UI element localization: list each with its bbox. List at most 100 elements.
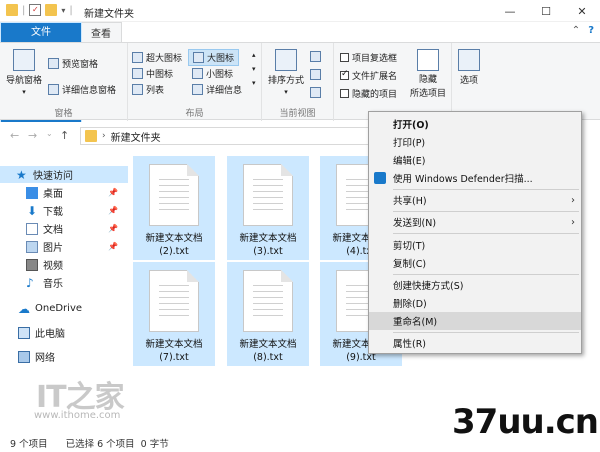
nav-item-quick-access[interactable]: ★ 快速访问 [0,166,128,183]
help-icon[interactable]: ? [588,25,594,36]
layout-scroll[interactable]: ▴ ▾ ▾ [252,51,256,87]
separator-icon: | [69,4,73,16]
nav-item-pictures[interactable]: 图片 📌 [0,238,128,255]
desktop-icon [26,186,38,199]
menu-defender-scan[interactable]: 使用 Windows Defender扫描... [369,169,581,187]
selection-size: 0 字节 [140,439,169,450]
nav-item-network[interactable]: 网络 [0,348,128,365]
current-view-group: 排序方式 ▾ 当前视图 [262,43,334,121]
file-item[interactable]: 新建文本文档 (8).txt [227,262,309,366]
layout-small[interactable]: 小图标 [192,67,233,80]
breadcrumb-current[interactable]: 新建文件夹 [111,129,161,144]
menu-share[interactable]: 共享(H) › [369,191,581,209]
nav-item-onedrive[interactable]: ☁ OneDrive [0,300,128,317]
videos-icon [26,258,38,271]
menu-send-to[interactable]: 发送到(N) › [369,213,581,231]
minimize-button[interactable]: — [492,0,528,22]
address-box[interactable]: › 新建文件夹 [80,127,370,145]
file-item[interactable]: 新建文本文档 (3).txt [227,156,309,260]
new-folder-icon[interactable] [45,4,58,16]
text-file-icon [149,164,199,226]
menu-separator [393,211,579,212]
chevron-right-icon: › [571,194,575,206]
nav-item-this-pc[interactable]: 此电脑 [0,324,128,341]
nav-item-documents[interactable]: 文档 📌 [0,220,128,237]
menu-delete[interactable]: 删除(D) [369,294,581,312]
item-count: 9 个项目 [10,439,48,450]
checkbox[interactable] [340,53,349,62]
close-button[interactable]: ✕ [564,0,600,22]
add-columns-button[interactable] [310,69,321,80]
file-extensions-toggle[interactable]: 文件扩展名 [340,69,397,82]
checkbox-checked[interactable] [340,69,349,80]
scroll-down-icon: ▾ [252,65,256,73]
layout-extra-large[interactable]: 超大图标 [132,51,182,64]
menu-properties[interactable]: 属性(R) [369,334,581,352]
documents-icon [26,222,38,235]
menu-edit[interactable]: 编辑(E) [369,151,581,169]
text-file-icon [243,270,293,332]
details-pane-icon [48,84,59,95]
file-item[interactable]: 新建文本文档 (2).txt [133,156,215,260]
breadcrumb-separator-icon: › [102,131,106,141]
recent-locations-button[interactable]: ⌄ [46,129,53,138]
menu-rename[interactable]: 重命名(M) [369,312,581,330]
forward-button[interactable]: → [28,129,37,142]
small-icons-icon [192,68,203,79]
large-icons-icon [193,52,204,63]
layout-large[interactable]: 大图标 [188,49,240,66]
file-item[interactable]: 新建文本文档 (7).txt [133,262,215,366]
layout-list[interactable]: 列表 [132,83,164,96]
menu-separator [393,189,579,190]
text-file-icon [243,164,293,226]
sort-by-button[interactable]: 排序方式 ▾ [268,49,304,96]
nav-item-downloads[interactable]: ⬇ 下载 📌 [0,202,128,219]
up-button[interactable]: ↑ [60,129,69,142]
item-checkboxes-toggle[interactable]: 项目复选框 [340,51,397,64]
file-name: 新建文本文档 (2).txt [145,233,203,257]
pin-icon: 📌 [108,224,118,233]
file-name: 新建文本文档 (7).txt [145,339,203,363]
separator-icon: | [22,4,26,16]
quick-access-toolbar: | ✓ ▾ | [6,4,73,16]
pin-icon: 📌 [108,188,118,197]
pane-group-label: 窗格 [54,109,73,119]
back-button[interactable]: ← [10,129,19,142]
chevron-down-icon: ▾ [284,88,288,96]
file-name: 新建文本文档 (3).txt [239,233,297,257]
customize-toolbar-icon[interactable]: ▾ [61,6,65,15]
checkbox[interactable] [340,89,349,98]
menu-separator [393,332,579,333]
group-by-button[interactable] [310,51,321,62]
options-group: 选项 [452,43,492,121]
hidden-items-toggle[interactable]: 隐藏的项目 [340,87,397,100]
menu-open[interactable]: 打开(O) [369,115,581,133]
medium-icons-icon [132,68,143,79]
menu-print[interactable]: 打印(P) [369,133,581,151]
details-pane-button[interactable]: 详细信息窗格 [48,83,116,96]
hide-selected-button[interactable]: 隐藏 所选项目 [410,49,446,99]
menu-copy[interactable]: 复制(C) [369,254,581,272]
context-menu: 打开(O) 打印(P) 编辑(E) 使用 Windows Defender扫描.… [368,111,582,354]
nav-pane-button[interactable]: 导航窗格 ▾ [6,49,42,96]
tab-view[interactable]: 查看 [80,22,122,42]
options-icon [458,49,480,71]
properties-icon[interactable]: ✓ [29,4,42,16]
menu-separator [393,274,579,275]
nav-item-videos[interactable]: 视频 [0,256,128,273]
nav-item-music[interactable]: ♪ 音乐 [0,274,128,291]
preview-pane-button[interactable]: 预览窗格 [48,57,98,70]
hide-selected-icon [417,49,439,71]
layout-details[interactable]: 详细信息 [192,83,242,96]
ribbon-controls: ⌃ ? [572,25,594,36]
layout-group: 超大图标 大图标 中图标 小图标 列表 详细信息 ▴ ▾ ▾ 布局 [128,43,262,121]
collapse-ribbon-icon[interactable]: ⌃ [572,25,580,36]
maximize-button[interactable]: ☐ [528,0,564,22]
status-bar: 9 个项目 已选择 6 个项目 0 字节 [0,434,600,452]
layout-medium[interactable]: 中图标 [132,67,173,80]
nav-item-desktop[interactable]: 桌面 📌 [0,184,128,201]
menu-create-shortcut[interactable]: 创建快捷方式(S) [369,276,581,294]
size-columns-button[interactable] [310,87,321,98]
options-button[interactable]: 选项 [458,49,480,86]
menu-cut[interactable]: 剪切(T) [369,236,581,254]
